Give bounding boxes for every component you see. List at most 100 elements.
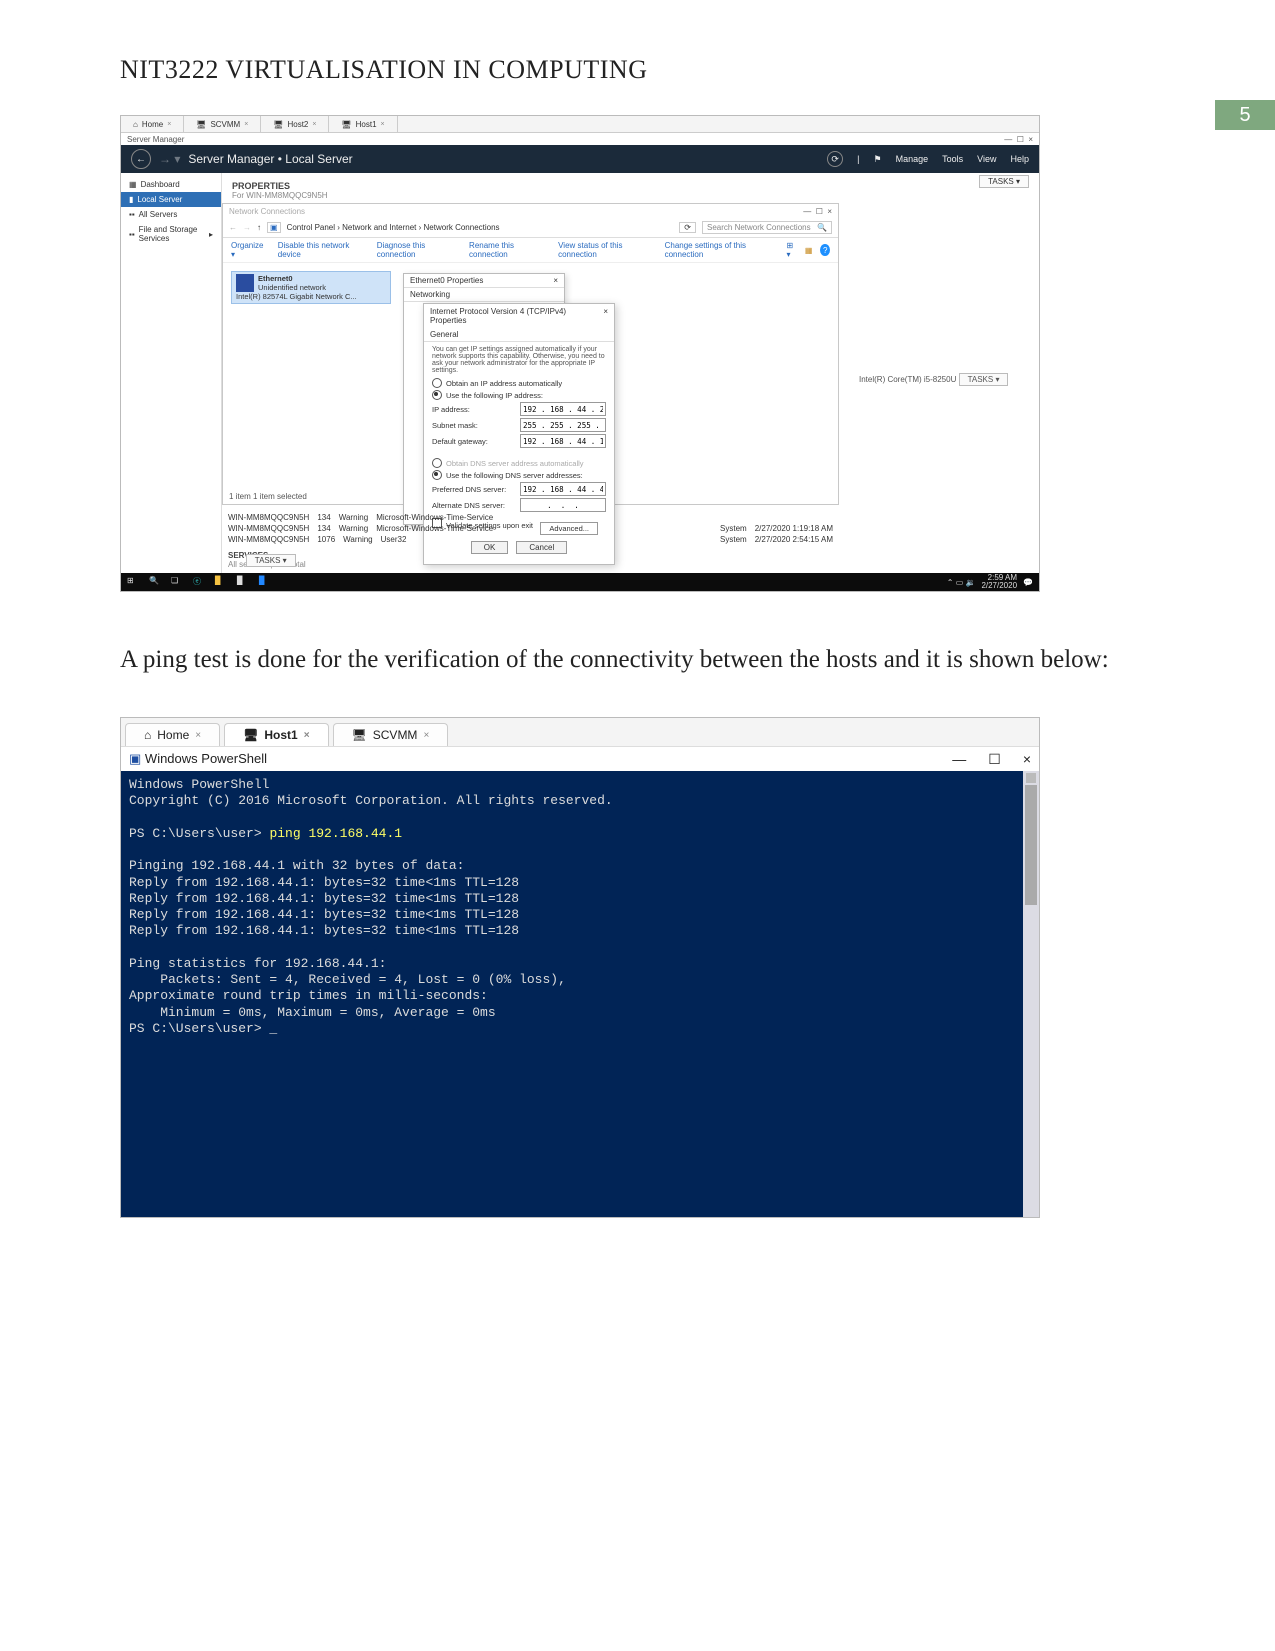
close-icon[interactable]: × [195, 730, 201, 741]
vm-tab-scvmm[interactable]: 🖥 SCVMM× [184, 116, 261, 132]
dns2-input[interactable] [520, 498, 606, 512]
tasks-button[interactable]: TASKS ▾ [959, 373, 1009, 386]
refresh-icon[interactable]: ⟳ [679, 222, 696, 233]
view-details-button[interactable]: ▦ [805, 246, 813, 255]
vm-tab-host2[interactable]: 🖥 Host2× [261, 116, 329, 132]
close-icon[interactable]: × [423, 730, 429, 741]
tasks-button[interactable]: TASKS ▾ [979, 175, 1029, 188]
scroll-thumb[interactable] [1025, 785, 1037, 905]
forward-icon: → ▾ [159, 152, 180, 166]
taskview-icon[interactable]: ❏ [171, 576, 183, 588]
close-icon[interactable]: × [312, 121, 316, 128]
tab-networking[interactable]: Networking [404, 288, 564, 302]
table-row[interactable]: WIN-MM8MQQC9N5H1076WarningUser32System2/… [222, 534, 839, 545]
back-icon[interactable]: ← [131, 149, 151, 169]
nav-up-icon[interactable]: ↑ [257, 223, 261, 232]
minimize-button[interactable]: — [952, 751, 966, 768]
powershell-console[interactable]: Windows PowerShell Copyright (C) 2016 Mi… [121, 771, 1039, 1217]
search-icon[interactable]: 🔍 [149, 576, 161, 588]
close-icon[interactable]: × [603, 307, 608, 325]
properties-sub: For WIN-MM8MQQC9N5H [232, 191, 1029, 200]
adapter-ethernet0[interactable]: Ethernet0 Unidentified network Intel(R) … [231, 271, 391, 304]
window-controls[interactable]: — ☐ × [1004, 135, 1033, 144]
edge-icon[interactable]: ⓔ [193, 576, 205, 588]
notifications-icon[interactable]: 💬 [1023, 578, 1033, 587]
server-manager-main: TASKS ▾ PROPERTIES For WIN-MM8MQQC9N5H N… [222, 173, 1039, 573]
windows-taskbar: ⊞ 🔍 ❏ ⓔ ▉ ▉ ▉ ⌃ ▭ 🔉 2:59 AM2/27/2020 💬 [121, 573, 1039, 591]
powershell-screenshot: ⌂ Home× 🖥 Host1× 🖥 SCVMM× ▣ Windows Powe… [120, 717, 1040, 1218]
help-icon[interactable]: ? [820, 244, 830, 256]
sidebar-item-all-servers[interactable]: ▪▪ All Servers [121, 207, 221, 222]
diagnose-button[interactable]: Diagnose this connection [377, 241, 457, 259]
start-icon[interactable]: ⊞ [127, 576, 139, 588]
menu-help[interactable]: Help [1010, 154, 1029, 164]
breadcrumb: Server Manager • Local Server [188, 152, 352, 166]
body-paragraph: A ping test is done for the verification… [120, 632, 1155, 687]
clock-date: 2/27/2020 [981, 581, 1017, 590]
server-manager-icon[interactable]: ▉ [237, 576, 249, 588]
table-row[interactable]: WIN-MM8MQQC9N5H134WarningMicrosoft-Windo… [222, 512, 839, 523]
change-settings-button[interactable]: Change settings of this connection [665, 241, 775, 259]
scrollbar[interactable] [1023, 771, 1039, 1217]
rename-button[interactable]: Rename this connection [469, 241, 546, 259]
address-path[interactable]: Control Panel › Network and Internet › N… [287, 223, 674, 232]
close-button[interactable]: × [1023, 751, 1031, 768]
vm-tab-host1[interactable]: 🖥 Host1× [224, 723, 328, 746]
refresh-icon[interactable]: ⟳ [827, 151, 843, 167]
view-status-button[interactable]: View status of this connection [558, 241, 653, 259]
adapter-icon [236, 274, 254, 292]
app-icon[interactable]: ▉ [259, 576, 271, 588]
explorer-icon[interactable]: ▉ [215, 576, 227, 588]
ipv4-desc: You can get IP settings assigned automat… [432, 346, 606, 374]
menu-view[interactable]: View [977, 154, 996, 164]
table-row[interactable]: WIN-MM8MQQC9N5H134WarningMicrosoft-Windo… [222, 523, 839, 534]
ip-address-input[interactable] [520, 402, 606, 416]
vm-tab-host2-label: Host2 [287, 120, 308, 129]
page-number: 5 [1215, 100, 1275, 130]
view-icons-button[interactable]: ⊞ ▾ [786, 241, 796, 259]
sidebar-item-file-storage[interactable]: ▪▪ File and Storage Services ▸ [121, 222, 221, 246]
window-titlebar: Server Manager — ☐ × [121, 133, 1039, 145]
close-icon[interactable]: × [244, 121, 248, 128]
search-input[interactable]: Search Network Connections🔍 [702, 221, 832, 234]
radio-use-ip[interactable]: Use the following IP address: [432, 390, 606, 400]
radio-use-dns[interactable]: Use the following DNS server addresses: [432, 470, 606, 480]
window-controls[interactable]: — ☐ × [803, 207, 832, 216]
close-icon[interactable]: × [167, 121, 171, 128]
dns1-input[interactable] [520, 482, 606, 496]
properties-heading: PROPERTIES [232, 181, 1029, 191]
search-icon: 🔍 [817, 223, 827, 232]
flag-icon[interactable]: ⚑ [874, 154, 882, 165]
tab-general[interactable]: General [424, 328, 614, 342]
menu-manage[interactable]: Manage [896, 154, 929, 164]
menu-tools[interactable]: Tools [942, 154, 963, 164]
hardware-panel: Intel(R) Core(TM) i5-8250U TASKS ▾ [859, 293, 1029, 386]
close-icon[interactable]: × [304, 730, 310, 741]
gateway-label: Default gateway: [432, 437, 488, 446]
window-title-text: Windows PowerShell [145, 751, 267, 766]
gateway-input[interactable] [520, 434, 606, 448]
close-icon[interactable]: × [381, 121, 385, 128]
sidebar-item-dashboard[interactable]: ▦ Dashboard [121, 177, 221, 192]
server-manager-sidebar: ▦ Dashboard ▮ Local Server ▪▪ All Server… [121, 173, 222, 573]
tray-icons[interactable]: ⌃ ▭ 🔉 [947, 578, 976, 587]
adapter-name: Ethernet0 [258, 274, 293, 283]
radio-obtain-ip-auto[interactable]: Obtain an IP address automatically [432, 378, 606, 388]
vm-tab-home[interactable]: ⌂ Home× [121, 116, 184, 132]
app-name: Server Manager [127, 135, 184, 144]
sidebar-item-label: Local Server [137, 195, 182, 204]
sidebar-item-local-server[interactable]: ▮ Local Server [121, 192, 221, 207]
vm-tab-label: SCVMM [373, 728, 418, 742]
vm-tab-home[interactable]: ⌂ Home× [125, 723, 220, 746]
subnet-mask-input[interactable] [520, 418, 606, 432]
vm-tab-scvmm-label: SCVMM [210, 120, 240, 129]
vm-tab-scvmm[interactable]: 🖥 SCVMM× [333, 723, 449, 746]
tasks-button[interactable]: TASKS ▾ [246, 554, 296, 567]
nav-fwd-icon: → [243, 223, 251, 232]
close-icon[interactable]: × [553, 276, 558, 285]
nav-back-icon[interactable]: ← [229, 223, 237, 232]
organize-menu[interactable]: Organize ▾ [231, 241, 266, 259]
disable-device-button[interactable]: Disable this network device [278, 241, 365, 259]
maximize-button[interactable]: ☐ [988, 751, 1001, 768]
vm-tab-host1[interactable]: 🖥 Host1× [329, 116, 397, 132]
